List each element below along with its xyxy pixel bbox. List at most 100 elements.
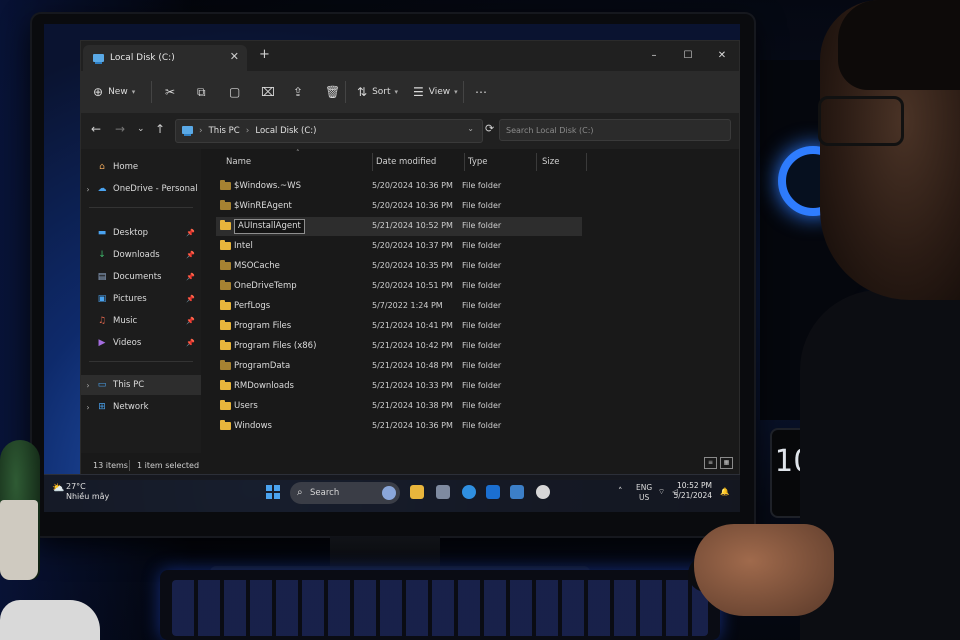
column-divider[interactable] bbox=[536, 153, 537, 171]
recent-chevron-icon[interactable]: ⌄ bbox=[137, 124, 145, 134]
details-view-icon[interactable]: ≡ bbox=[704, 457, 717, 469]
table-row[interactable]: Program Files 5/21/2024 10:41 PM File fo… bbox=[216, 317, 582, 336]
expand-chevron-icon[interactable]: › bbox=[81, 185, 95, 194]
cut-button[interactable]: ✂ bbox=[165, 71, 180, 113]
wifi-icon[interactable]: ⌔ bbox=[658, 487, 665, 497]
table-row[interactable]: Intel 5/20/2024 10:37 PM File folder bbox=[216, 237, 582, 256]
back-arrow-icon[interactable]: ← bbox=[91, 122, 101, 136]
start-windows-icon[interactable] bbox=[266, 485, 280, 499]
nav-item-home[interactable]: ⌂ Home bbox=[81, 157, 201, 177]
column-header-type[interactable]: Type bbox=[468, 149, 488, 175]
taskbar-clock[interactable]: 10:52 PM 5/21/2024 bbox=[674, 481, 712, 501]
nav-item-videos[interactable]: ▶ Videos 📌 bbox=[81, 333, 201, 353]
column-divider[interactable] bbox=[586, 153, 587, 171]
table-row[interactable]: OneDriveTemp 5/20/2024 10:51 PM File fol… bbox=[216, 277, 582, 296]
file-explorer-window: Local Disk (C:) ✕ + – ☐ ✕ ⊕ New ▾ ✂ ⧉ ▢ … bbox=[80, 40, 740, 480]
address-dropdown-icon[interactable]: ⌄ bbox=[467, 124, 474, 133]
weather-widget[interactable]: ⛅ 27°C Nhiều mây bbox=[52, 482, 109, 502]
nav-item-network[interactable]: › ⊞ Network bbox=[81, 397, 201, 417]
person-hair bbox=[838, 0, 960, 90]
language-indicator[interactable]: ENG US bbox=[636, 483, 652, 503]
address-bar[interactable]: › This PC › Local Disk (C:) ⌄ bbox=[175, 119, 483, 143]
delete-button[interactable]: 🗑 bbox=[325, 71, 345, 113]
taskbar-search[interactable]: ⌕ Search bbox=[290, 482, 400, 504]
sort-button[interactable]: ⇅ Sort ▾ bbox=[357, 71, 398, 113]
nav-item-documents[interactable]: ▤ Documents 📌 bbox=[81, 267, 201, 287]
table-row[interactable]: MSOCache 5/20/2024 10:35 PM File folder bbox=[216, 257, 582, 276]
table-row[interactable]: PerfLogs 5/7/2022 1:24 PM File folder bbox=[216, 297, 582, 316]
view-button[interactable]: ☰ View ▾ bbox=[413, 71, 458, 113]
rename-input[interactable]: AUInstallAgent bbox=[234, 219, 305, 234]
sort-icon: ⇅ bbox=[357, 85, 368, 99]
column-header-size[interactable]: Size bbox=[542, 149, 559, 175]
table-row[interactable]: ProgramData 5/21/2024 10:48 PM File fold… bbox=[216, 357, 582, 376]
table-row[interactable]: $WinREAgent 5/20/2024 10:36 PM File fold… bbox=[216, 197, 582, 216]
copy-button[interactable]: ⧉ bbox=[197, 71, 211, 113]
new-button[interactable]: ⊕ New ▾ bbox=[93, 71, 135, 113]
tab-local-disk[interactable]: Local Disk (C:) ✕ bbox=[83, 45, 247, 71]
file-date: 5/21/2024 10:41 PM bbox=[372, 321, 453, 330]
nav-item-label: Home bbox=[113, 162, 139, 172]
nav-item-music[interactable]: ♫ Music 📌 bbox=[81, 311, 201, 331]
taskbar: ⛅ 27°C Nhiều mây ⌕ Search ˄ ENG US ⌔ ◁ 1… bbox=[44, 474, 740, 512]
close-tab-icon[interactable]: ✕ bbox=[230, 50, 239, 63]
nav-item-this-pc[interactable]: › ▭ This PC bbox=[81, 375, 201, 395]
network-icon: ⊞ bbox=[98, 402, 106, 412]
view-icon: ☰ bbox=[413, 85, 424, 99]
new-tab-button[interactable]: + bbox=[259, 47, 270, 62]
nav-item-label: Videos bbox=[113, 338, 142, 348]
column-header-name[interactable]: Name bbox=[226, 149, 251, 175]
rename-icon: ⌧ bbox=[261, 85, 275, 99]
maximize-button[interactable]: ☐ bbox=[671, 41, 705, 71]
refresh-icon[interactable]: ⟳ bbox=[485, 122, 494, 135]
title-bar: Local Disk (C:) ✕ + – ☐ ✕ bbox=[81, 41, 739, 71]
app-taskbar-icon[interactable] bbox=[536, 485, 550, 499]
file-date: 5/20/2024 10:36 PM bbox=[372, 201, 453, 210]
minimize-button[interactable]: – bbox=[637, 41, 671, 71]
up-arrow-icon[interactable]: ↑ bbox=[155, 122, 165, 136]
plus-circle-icon: ⊕ bbox=[93, 85, 104, 99]
expand-chevron-icon[interactable]: › bbox=[81, 381, 95, 390]
defender-taskbar-icon[interactable] bbox=[510, 485, 524, 499]
table-row-selected[interactable]: AUInstallAgent 5/21/2024 10:52 PM File f… bbox=[216, 217, 582, 236]
search-input[interactable]: Search Local Disk (C:) bbox=[499, 119, 731, 141]
tiles-view-icon[interactable]: ▦ bbox=[720, 457, 733, 469]
paste-button[interactable]: ▢ bbox=[229, 71, 245, 113]
nav-item-label: Downloads bbox=[113, 250, 160, 260]
pin-icon: 📌 bbox=[186, 273, 195, 281]
folder-icon bbox=[220, 340, 231, 350]
forward-arrow-icon[interactable]: → bbox=[115, 122, 125, 136]
breadcrumb-this-pc[interactable]: This PC bbox=[209, 126, 240, 136]
notification-bell-icon[interactable]: 🔔 bbox=[720, 487, 729, 497]
table-row[interactable]: Users 5/21/2024 10:38 PM File folder bbox=[216, 397, 582, 416]
divider bbox=[463, 81, 464, 103]
column-divider[interactable] bbox=[372, 153, 373, 171]
column-divider[interactable] bbox=[464, 153, 465, 171]
expand-chevron-icon[interactable]: › bbox=[81, 403, 95, 412]
rename-button[interactable]: ⌧ bbox=[261, 71, 280, 113]
table-row[interactable]: Program Files (x86) 5/21/2024 10:42 PM F… bbox=[216, 337, 582, 356]
nav-item-downloads[interactable]: ↓ Downloads 📌 bbox=[81, 245, 201, 265]
nav-item-desktop[interactable]: ▬ Desktop 📌 bbox=[81, 223, 201, 243]
table-row[interactable]: RMDownloads 5/21/2024 10:33 PM File fold… bbox=[216, 377, 582, 396]
close-window-button[interactable]: ✕ bbox=[705, 41, 739, 71]
nav-item-onedrive[interactable]: › ☁ OneDrive - Personal bbox=[81, 179, 201, 199]
file-name: Intel bbox=[234, 241, 253, 251]
nav-item-pictures[interactable]: ▣ Pictures 📌 bbox=[81, 289, 201, 309]
crumb-separator-icon: › bbox=[199, 126, 203, 136]
breadcrumb-local-disk[interactable]: Local Disk (C:) bbox=[255, 126, 316, 136]
share-button[interactable]: ⇪ bbox=[293, 71, 308, 113]
table-row[interactable]: $Windows.~WS 5/20/2024 10:36 PM File fol… bbox=[216, 177, 582, 196]
folder-icon bbox=[220, 360, 231, 370]
edge-taskbar-icon[interactable] bbox=[462, 485, 476, 499]
store-taskbar-icon[interactable] bbox=[436, 485, 450, 499]
file-explorer-taskbar-icon[interactable] bbox=[410, 485, 424, 499]
column-header-date[interactable]: Date modified bbox=[376, 149, 436, 175]
monitor-screen: Local Disk (C:) ✕ + – ☐ ✕ ⊕ New ▾ ✂ ⧉ ▢ … bbox=[44, 24, 740, 512]
more-options-button[interactable]: ⋯ bbox=[475, 71, 492, 113]
outlook-taskbar-icon[interactable] bbox=[486, 485, 500, 499]
pin-icon: 📌 bbox=[186, 229, 195, 237]
divider bbox=[151, 81, 152, 103]
table-row[interactable]: Windows 5/21/2024 10:36 PM File folder bbox=[216, 417, 582, 436]
chevron-up-icon[interactable]: ˄ bbox=[618, 487, 623, 497]
